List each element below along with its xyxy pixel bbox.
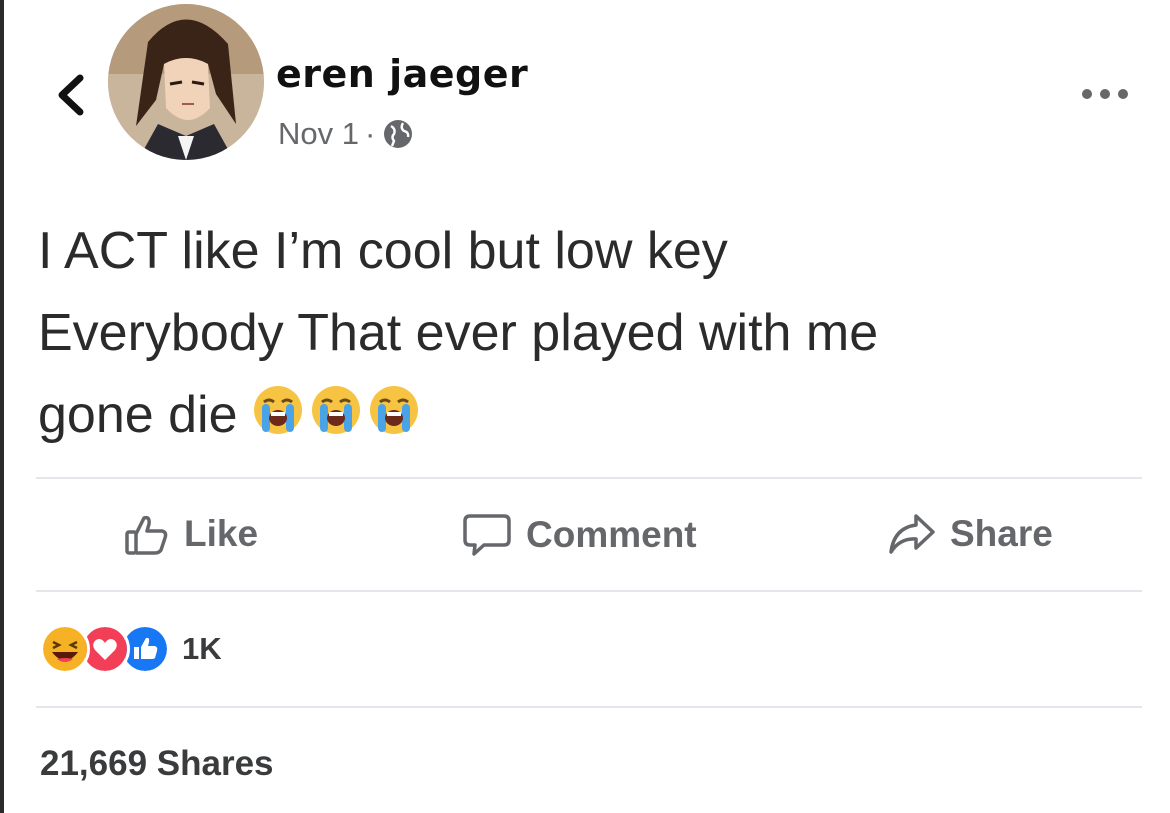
loudly-crying-face-icon (253, 386, 302, 435)
avatar[interactable] (108, 4, 264, 160)
left-border (0, 0, 4, 813)
divider-top (36, 477, 1142, 479)
author-name[interactable]: eren jaeger (276, 52, 528, 96)
haha-reaction-icon (40, 624, 90, 674)
emoji-row (252, 384, 420, 436)
comment-icon (463, 514, 511, 556)
chevron-left-icon[interactable] (52, 70, 92, 120)
post-text: I ACT like I’m cool but low key Everybod… (38, 210, 1138, 456)
like-button[interactable]: Like (124, 512, 258, 556)
reaction-count: 1K (182, 631, 222, 666)
comment-button[interactable]: Comment (462, 512, 697, 558)
share-icon (889, 514, 935, 554)
post-date[interactable]: Nov 1 (278, 116, 359, 152)
share-label: Share (950, 513, 1053, 554)
meta-separator: · (364, 116, 376, 151)
thumbs-up-icon (125, 515, 168, 555)
loudly-crying-face-icon (311, 386, 360, 435)
post-line-2: Everybody That ever played with me (38, 304, 879, 362)
share-button[interactable]: Share (888, 512, 1053, 556)
comment-label: Comment (526, 514, 697, 555)
share-count[interactable]: 21,669 Shares (40, 744, 274, 784)
like-label: Like (184, 513, 259, 554)
globe-icon (384, 120, 413, 148)
reactions-summary[interactable]: 1K (40, 624, 222, 674)
more-options-icon[interactable] (1078, 84, 1132, 104)
post-meta: Nov 1 · (278, 116, 415, 152)
loudly-crying-face-icon (369, 386, 418, 435)
post-line-3: gone die (38, 374, 1138, 456)
divider-bottom (36, 706, 1142, 708)
post-line-3-text: gone die (38, 386, 238, 444)
post-line-1: I ACT like I’m cool but low key (38, 222, 728, 280)
avatar-image (108, 4, 264, 160)
divider-middle (36, 590, 1142, 592)
